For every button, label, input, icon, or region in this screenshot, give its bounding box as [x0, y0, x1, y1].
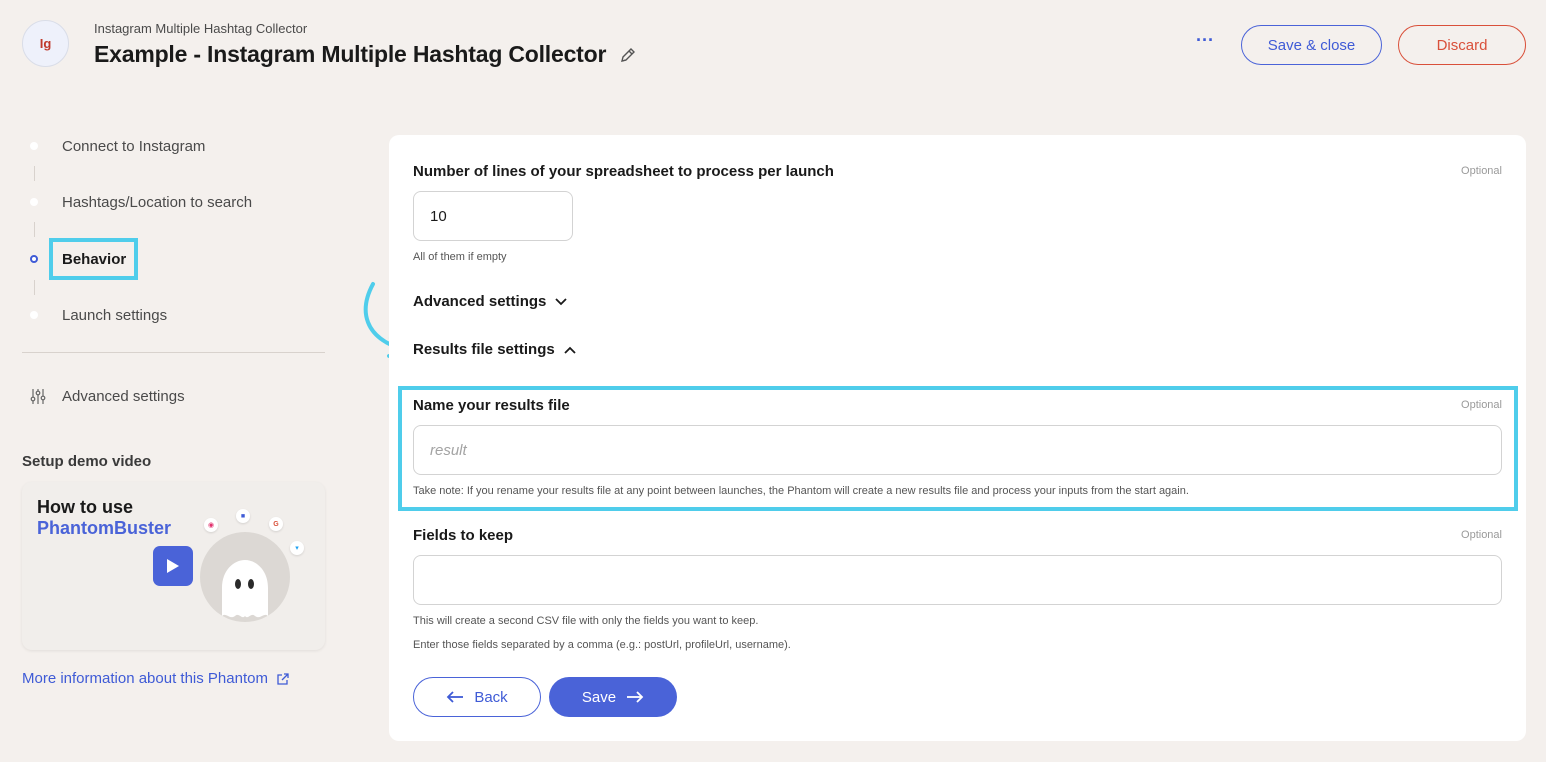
fields-optional-tag: Optional: [1461, 529, 1502, 541]
save-button[interactable]: Save: [549, 677, 677, 717]
save-and-close-button[interactable]: Save & close: [1241, 25, 1382, 65]
instagram-mini-icon: ◉: [204, 518, 218, 532]
settings-panel: Number of lines of your spreadsheet to p…: [389, 135, 1526, 741]
sidebar-step-connect[interactable]: Connect to Instagram: [62, 138, 205, 155]
play-icon[interactable]: [153, 546, 193, 586]
demo-video-card[interactable]: How to use PhantomBuster ◉ ■ G ▾: [22, 482, 325, 650]
phantom-subtitle: Instagram Multiple Hashtag Collector: [94, 21, 308, 36]
step-dot-hashtags: [30, 198, 38, 206]
chevron-down-icon: [555, 297, 568, 305]
back-label: Back: [474, 688, 508, 706]
step-connector: [34, 166, 35, 181]
results-file-name-label: Name your results file: [413, 397, 570, 414]
sidebar-step-launch[interactable]: Launch settings: [62, 307, 167, 324]
sidebar-divider: [22, 352, 325, 353]
more-options-button[interactable]: ···: [1190, 31, 1220, 56]
fields-hint-1: This will create a second CSV file with …: [413, 615, 759, 627]
pencil-icon[interactable]: [618, 45, 638, 65]
external-link-icon: [277, 672, 289, 685]
advanced-settings-label: Advanced settings: [413, 293, 547, 310]
results-file-hint: Take note: If you rename your results fi…: [413, 485, 1189, 497]
chevron-up-icon: [564, 346, 576, 354]
fields-to-keep-label: Fields to keep: [413, 527, 514, 544]
arrow-right-icon: [627, 691, 644, 703]
step-dot-connect: [30, 142, 38, 150]
sidebar-advanced-settings[interactable]: Advanced settings: [62, 388, 185, 405]
results-file-settings-toggle[interactable]: Results file settings: [413, 341, 577, 358]
fields-hint-2: Enter those fields separated by a comma …: [413, 639, 791, 651]
behavior-highlight-box: [49, 238, 138, 280]
lines-optional-tag: Optional: [1461, 165, 1502, 177]
back-button[interactable]: Back: [413, 677, 541, 717]
results-file-settings-label: Results file settings: [413, 341, 555, 358]
fields-to-keep-input[interactable]: [413, 555, 1502, 605]
sidebar-step-hashtags[interactable]: Hashtags/Location to search: [62, 194, 252, 211]
demo-video-title: Setup demo video: [22, 453, 152, 470]
more-info-label: More information about this Phantom: [22, 670, 268, 687]
discard-button[interactable]: Discard: [1398, 25, 1526, 65]
linkedin-mini-icon: ■: [236, 509, 250, 523]
google-mini-icon: G: [269, 517, 283, 531]
twitter-mini-icon: ▾: [290, 541, 304, 555]
save-label: Save: [581, 688, 617, 706]
lines-hint: All of them if empty: [413, 251, 507, 263]
sliders-icon: [30, 388, 46, 405]
page-title: Example - Instagram Multiple Hashtag Col…: [94, 41, 607, 67]
lines-per-launch-label: Number of lines of your spreadsheet to p…: [413, 163, 834, 180]
results-file-name-input[interactable]: [413, 425, 1502, 475]
results-file-optional-tag: Optional: [1461, 399, 1502, 411]
ghost-mascot-icon: [218, 558, 272, 627]
demo-video-heading: How to use: [37, 497, 134, 517]
step-connector: [34, 280, 35, 295]
lines-per-launch-input[interactable]: [413, 191, 573, 241]
more-info-link[interactable]: More information about this Phantom: [22, 670, 290, 687]
step-dot-behavior: [30, 255, 38, 263]
arrow-left-icon: [447, 691, 464, 703]
advanced-settings-toggle[interactable]: Advanced settings: [413, 293, 568, 310]
step-connector: [34, 222, 35, 237]
step-dot-launch: [30, 311, 38, 319]
app-logo: Ig: [22, 20, 69, 67]
demo-video-brand: PhantomBuster: [37, 518, 172, 538]
